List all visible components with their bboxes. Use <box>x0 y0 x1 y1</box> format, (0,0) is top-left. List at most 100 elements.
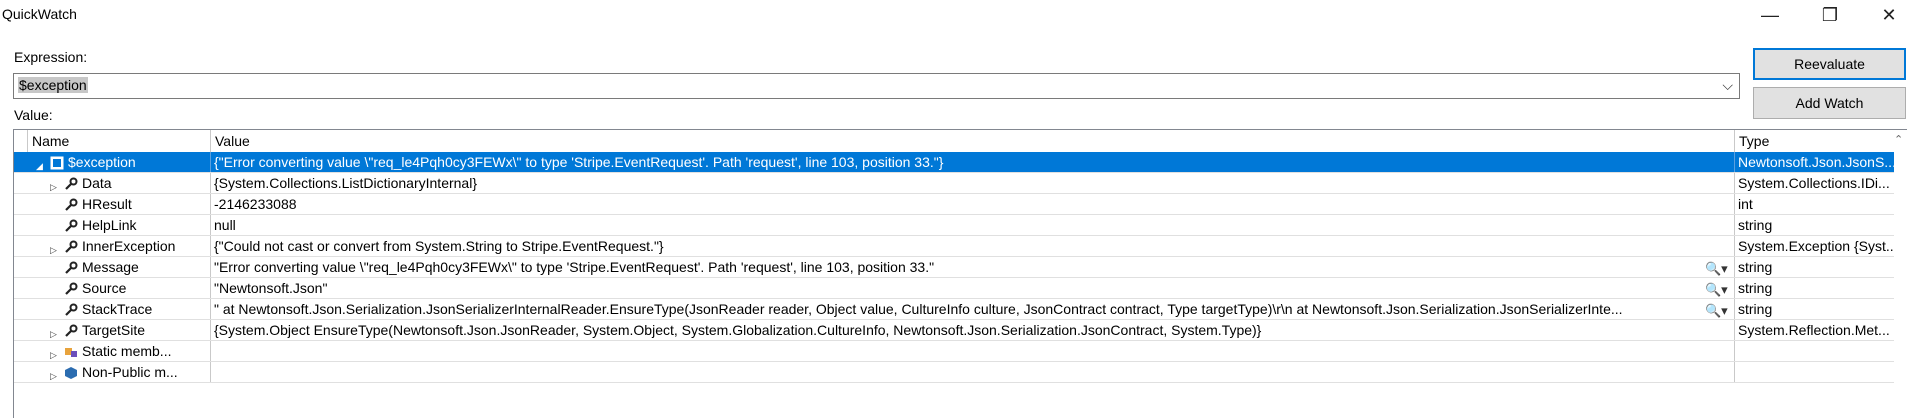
close-button[interactable]: ✕ <box>1866 0 1912 30</box>
row-type-cell: string <box>1738 301 1773 317</box>
expand-arrow-icon[interactable]: ▷ <box>50 345 57 361</box>
collapse-arrow-icon[interactable]: ◢ <box>36 156 43 172</box>
row-type-cell <box>1735 362 1894 382</box>
watch-grid[interactable]: Name Value Type ◢ $exception {"Error conve… <box>13 129 1907 418</box>
watch-row[interactable]: Source "Newtonsoft.Json" 🔍▾ string <box>14 278 1894 299</box>
row-type-cell: Newtonsoft.Json.JsonS... <box>1738 154 1894 170</box>
wrench-icon <box>64 260 78 274</box>
minimize-icon: — <box>1761 4 1779 25</box>
row-name-cell: ▷ Static memb... <box>34 341 211 361</box>
row-name-text: Non-Public m... <box>82 364 178 380</box>
row-type-cell: string <box>1738 280 1773 296</box>
expression-input[interactable]: $exception <box>18 77 88 93</box>
row-name-text: InnerException <box>82 238 176 254</box>
row-name-text: HResult <box>82 196 132 212</box>
column-header-name[interactable]: Name <box>28 130 211 152</box>
row-type-cell: string <box>1738 259 1773 275</box>
row-value-cell[interactable]: null <box>211 215 1735 235</box>
wrench-icon <box>64 176 78 190</box>
row-value-cell[interactable]: "Error converting value \"req_le4Pqh0cy3… <box>211 257 1735 277</box>
title-bar: QuickWatch — ❐ ✕ <box>0 0 1919 30</box>
row-value-cell[interactable] <box>211 362 1735 382</box>
row-name-cell: Message <box>34 257 211 277</box>
wrench-icon <box>64 197 78 211</box>
watch-row[interactable]: ▷ InnerException {"Could not cast or conve… <box>14 236 1894 257</box>
row-type-cell: string <box>1738 217 1773 233</box>
row-value-text: {"Error converting value \"req_le4Pqh0cy… <box>214 154 944 170</box>
expand-arrow-icon[interactable]: ▷ <box>50 366 57 382</box>
row-name-cell: HelpLink <box>34 215 211 235</box>
row-name-text: HelpLink <box>82 217 137 233</box>
static-members-icon <box>64 344 78 358</box>
watch-row[interactable]: ▷ Data {System.Collections.ListDictionaryI… <box>14 173 1894 194</box>
expand-arrow-icon[interactable]: ▷ <box>50 324 57 340</box>
reevaluate-button[interactable]: Reevaluate <box>1753 48 1906 80</box>
text-visualizer-icon[interactable]: 🔍▾ <box>1705 259 1728 277</box>
row-value-cell[interactable]: {System.Object EnsureType(Newtonsoft.Jso… <box>211 320 1735 340</box>
row-name-cell: HResult <box>34 194 211 214</box>
text-visualizer-icon[interactable]: 🔍▾ <box>1705 280 1728 298</box>
wrench-icon <box>64 323 78 337</box>
row-name-cell: ▷ Non-Public m... <box>34 362 211 382</box>
row-value-cell[interactable]: {System.Collections.ListDictionaryIntern… <box>211 173 1735 193</box>
row-type-cell: int <box>1738 196 1753 212</box>
watch-row[interactable]: ▷ TargetSite {System.Object EnsureType(New… <box>14 320 1894 341</box>
non-public-icon <box>64 365 78 379</box>
row-name-text: Data <box>82 175 112 191</box>
text-visualizer-icon[interactable]: 🔍▾ <box>1705 301 1728 319</box>
row-value-text: {System.Object EnsureType(Newtonsoft.Jso… <box>214 322 1262 338</box>
vertical-scrollbar[interactable]: ⌃ <box>1893 129 1906 417</box>
wrench-icon <box>64 281 78 295</box>
window-title: QuickWatch <box>2 6 77 22</box>
row-name-cell: Source <box>34 278 211 298</box>
row-value-text: "Error converting value \"req_le4Pqh0cy3… <box>214 259 935 275</box>
row-name-text: TargetSite <box>82 322 146 338</box>
watch-row[interactable]: StackTrace " at Newtonsoft.Json.Serializa… <box>14 299 1894 320</box>
row-value-cell[interactable] <box>211 341 1735 361</box>
row-value-cell[interactable]: " at Newtonsoft.Json.Serialization.JsonS… <box>211 299 1735 319</box>
close-icon: ✕ <box>1881 4 1897 25</box>
grid-header: Name Value Type <box>14 130 1894 153</box>
header-spacer <box>14 130 28 152</box>
column-header-type[interactable]: Type <box>1735 130 1894 152</box>
row-name-text: Source <box>82 280 127 296</box>
expression-label: Expression: <box>14 49 88 65</box>
row-name-cell: ▷ TargetSite <box>34 320 211 340</box>
row-type-cell <box>1735 341 1894 361</box>
column-header-value[interactable]: Value <box>211 130 1735 152</box>
row-name-text: StackTrace <box>82 301 153 317</box>
watch-row[interactable]: ▷ Non-Public m... <box>14 362 1894 383</box>
row-value-cell[interactable]: {"Error converting value \"req_le4Pqh0cy… <box>211 152 1735 172</box>
minimize-button[interactable]: — <box>1747 0 1793 30</box>
watch-row[interactable]: ▷ Static memb... <box>14 341 1894 362</box>
row-value-cell[interactable]: {"Could not cast or convert from System.… <box>211 236 1735 256</box>
restore-icon: ❐ <box>1821 4 1839 25</box>
row-type-cell: System.Collections.IDi... <box>1738 175 1890 191</box>
restore-button[interactable]: ❐ <box>1807 0 1853 30</box>
wrench-icon <box>64 218 78 232</box>
row-value-cell[interactable]: "Newtonsoft.Json" 🔍▾ <box>211 278 1735 298</box>
row-value-text: "Newtonsoft.Json" <box>214 280 328 296</box>
object-icon <box>50 155 64 170</box>
watch-row[interactable]: HResult -2146233088 int <box>14 194 1894 215</box>
expand-arrow-icon[interactable]: ▷ <box>50 240 57 256</box>
row-name-text: Static memb... <box>82 343 172 359</box>
row-name-cell: ▷ Data <box>34 173 211 193</box>
row-type-cell: System.Exception {Syst... <box>1738 238 1894 254</box>
row-type-cell: System.Reflection.Met... <box>1738 322 1890 338</box>
add-watch-button[interactable]: Add Watch <box>1753 87 1906 119</box>
row-value-cell[interactable]: -2146233088 <box>211 194 1735 214</box>
row-name-cell: StackTrace <box>34 299 211 319</box>
row-value-text: {System.Collections.ListDictionaryIntern… <box>214 175 478 191</box>
watch-row[interactable]: Message "Error converting value \"req_le4… <box>14 257 1894 278</box>
row-name-text: $exception <box>68 154 136 170</box>
row-name-cell: ◢ $exception <box>34 152 211 172</box>
wrench-icon <box>64 239 78 253</box>
watch-row[interactable]: ◢ $exception {"Error converting value \"re… <box>14 152 1894 173</box>
expand-arrow-icon[interactable]: ▷ <box>50 177 57 193</box>
watch-row[interactable]: HelpLink null string <box>14 215 1894 236</box>
scroll-up-icon[interactable]: ⌃ <box>1894 133 1903 146</box>
row-value-text: {"Could not cast or convert from System.… <box>214 238 664 254</box>
expression-combobox[interactable]: $exception ⌵ <box>13 73 1740 99</box>
chevron-down-icon[interactable]: ⌵ <box>1722 77 1733 94</box>
